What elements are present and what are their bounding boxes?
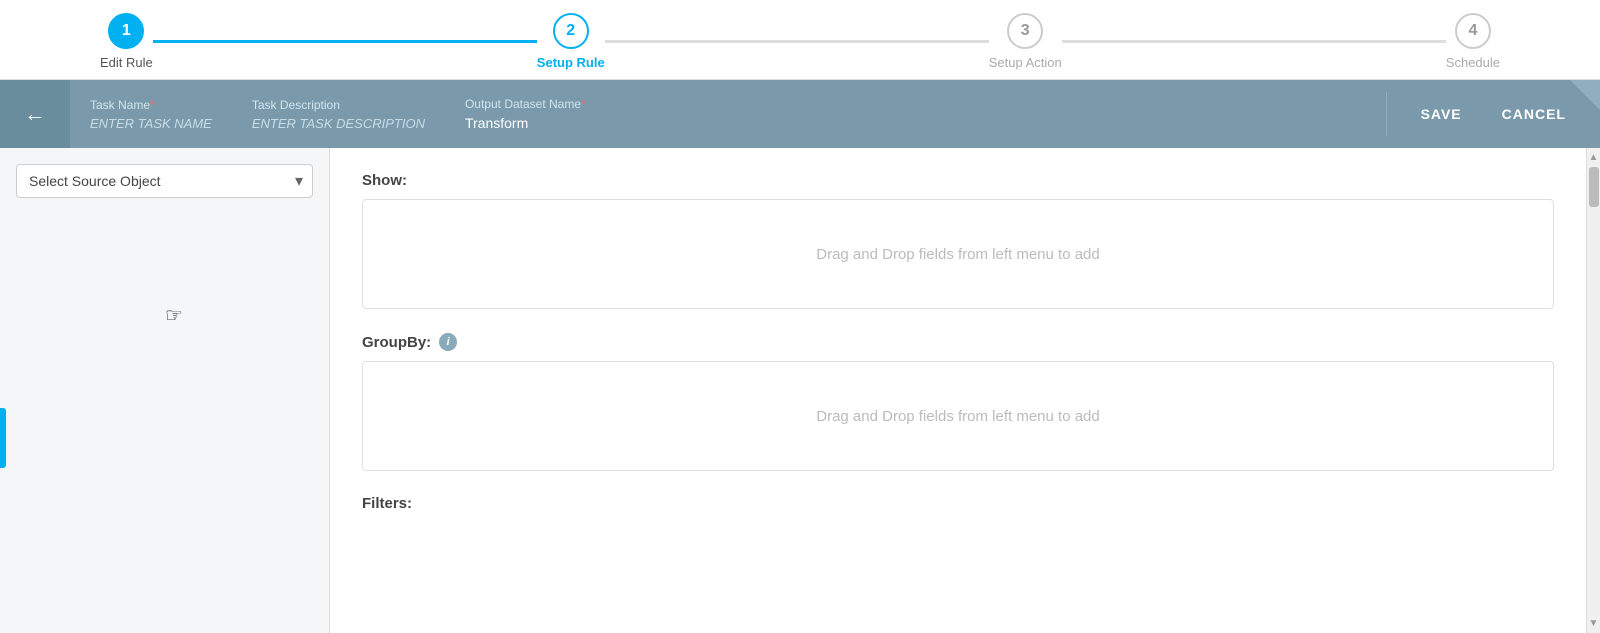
header-bar: ← Task Name* ENTER TASK NAME Task Descri… bbox=[0, 80, 1600, 148]
output-dataset-field: Output Dataset Name* Transform bbox=[465, 97, 586, 131]
step-2[interactable]: 2 Setup Rule bbox=[537, 13, 605, 70]
task-name-field: Task Name* ENTER TASK NAME bbox=[90, 98, 212, 131]
groupby-section: GroupBy: i Drag and Drop fields from lef… bbox=[362, 333, 1554, 471]
task-name-input[interactable]: ENTER TASK NAME bbox=[90, 116, 212, 131]
output-dataset-value[interactable]: Transform bbox=[465, 115, 586, 131]
groupby-label: GroupBy: bbox=[362, 334, 431, 351]
show-label: Show: bbox=[362, 172, 1554, 189]
step-4-circle: 4 bbox=[1455, 13, 1491, 49]
groupby-drop-hint: Drag and Drop fields from left menu to a… bbox=[816, 408, 1099, 425]
connector-1-2 bbox=[153, 40, 537, 43]
show-section: Show: Drag and Drop fields from left men… bbox=[362, 172, 1554, 309]
step-2-label: Setup Rule bbox=[537, 55, 605, 70]
step-1[interactable]: 1 Edit Rule bbox=[100, 13, 153, 70]
step-1-label: Edit Rule bbox=[100, 55, 153, 70]
scrollbar[interactable]: ▲ ▼ bbox=[1586, 148, 1600, 633]
step-3[interactable]: 3 Setup Action bbox=[989, 13, 1062, 70]
task-description-input[interactable]: ENTER TASK DESCRIPTION bbox=[252, 116, 425, 131]
header-actions: SAVE CANCEL bbox=[1387, 80, 1600, 148]
groupby-drop-zone[interactable]: Drag and Drop fields from left menu to a… bbox=[362, 361, 1554, 471]
source-object-select-wrapper[interactable]: Select Source Object bbox=[16, 164, 313, 198]
back-button[interactable]: ← bbox=[0, 80, 70, 148]
show-drop-hint: Drag and Drop fields from left menu to a… bbox=[816, 246, 1099, 263]
left-panel: Select Source Object ☞ bbox=[0, 148, 330, 633]
step-2-circle: 2 bbox=[553, 13, 589, 49]
source-object-select[interactable]: Select Source Object bbox=[16, 164, 313, 198]
stepper: 1 Edit Rule 2 Setup Rule 3 Setup Action … bbox=[0, 0, 1600, 80]
step-3-label: Setup Action bbox=[989, 55, 1062, 70]
main-content: Select Source Object ☞ Show: Drag and Dr… bbox=[0, 148, 1600, 633]
save-button[interactable]: SAVE bbox=[1411, 100, 1472, 128]
cursor-indicator: ☞ bbox=[165, 303, 183, 328]
show-drop-zone[interactable]: Drag and Drop fields from left menu to a… bbox=[362, 199, 1554, 309]
left-accent-indicator bbox=[0, 408, 6, 468]
step-1-circle: 1 bbox=[108, 13, 144, 49]
filters-section: Filters: bbox=[362, 495, 1554, 512]
step-3-circle: 3 bbox=[1007, 13, 1043, 49]
cancel-button[interactable]: CANCEL bbox=[1492, 100, 1576, 128]
connector-3-4 bbox=[1062, 40, 1446, 43]
connector-2-3 bbox=[605, 40, 989, 43]
right-panel: Show: Drag and Drop fields from left men… bbox=[330, 148, 1586, 633]
filters-label: Filters: bbox=[362, 495, 1554, 512]
step-4[interactable]: 4 Schedule bbox=[1446, 13, 1500, 70]
step-4-label: Schedule bbox=[1446, 55, 1500, 70]
groupby-info-icon[interactable]: i bbox=[439, 333, 457, 351]
header-fields: Task Name* ENTER TASK NAME Task Descript… bbox=[70, 80, 1386, 148]
task-description-field: Task Description ENTER TASK DESCRIPTION bbox=[252, 98, 425, 131]
